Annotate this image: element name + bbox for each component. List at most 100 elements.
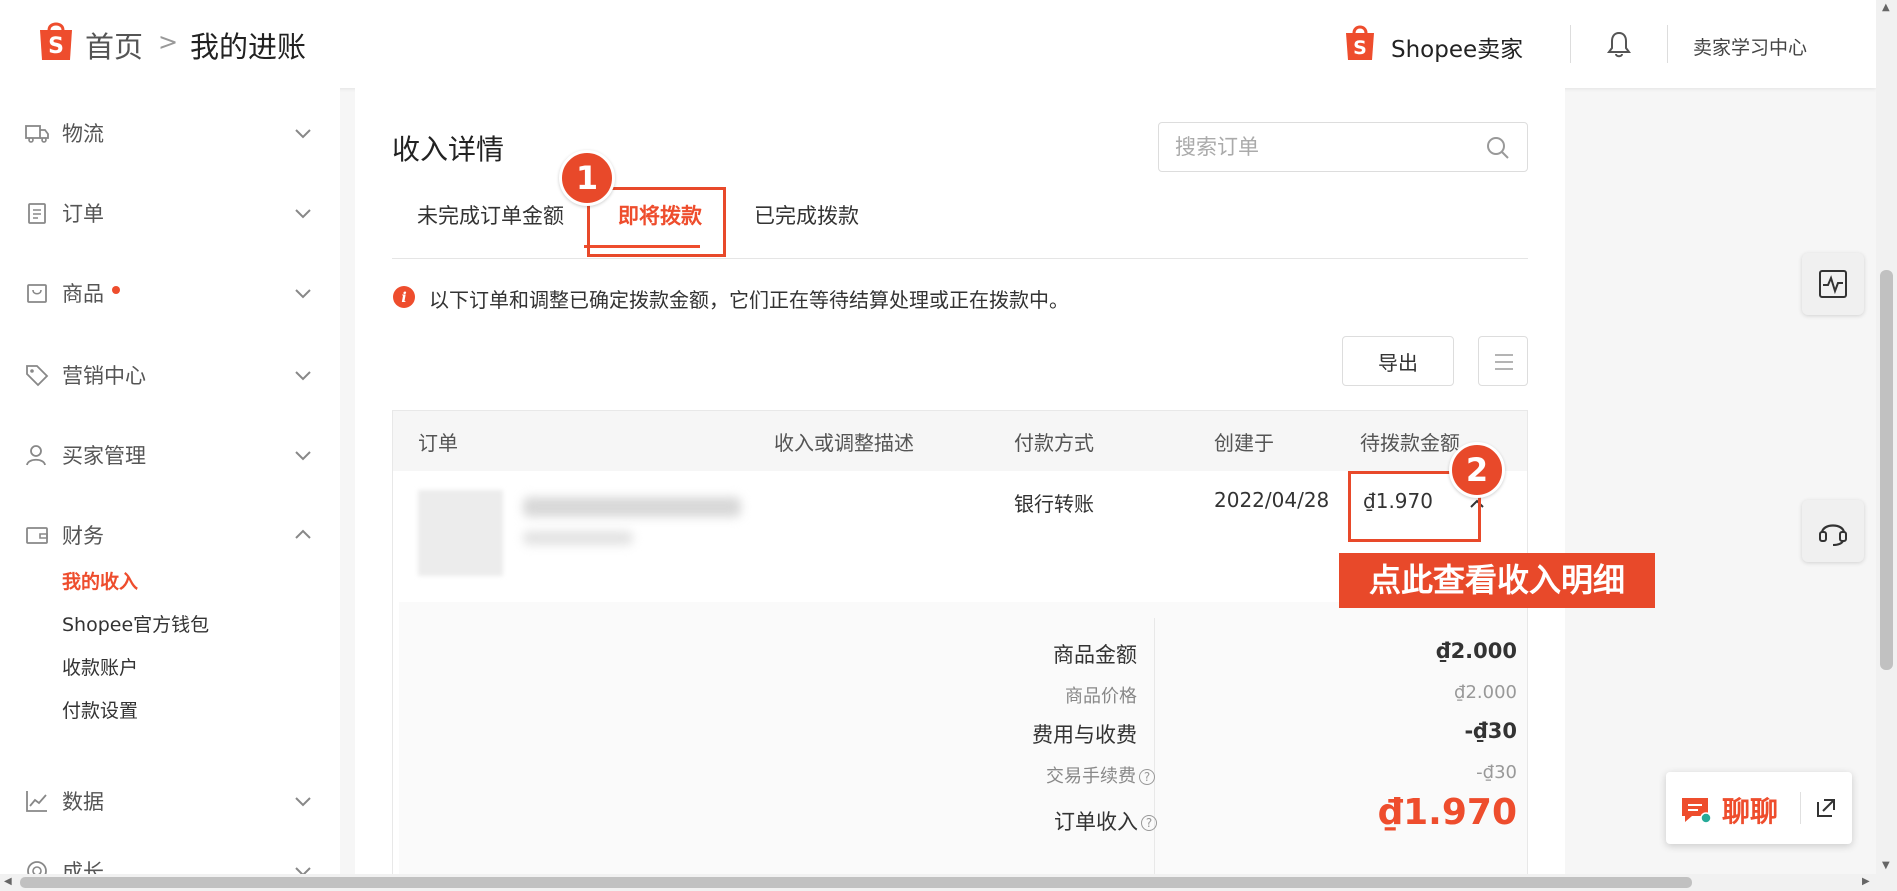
annotation-step-2: 2 bbox=[1449, 442, 1505, 498]
order-meta-blurred bbox=[523, 531, 633, 545]
chevron-up-icon bbox=[295, 529, 311, 539]
created-date-value: 2022/04/28 bbox=[1214, 488, 1330, 512]
sidebar-sub-my-income[interactable]: 我的收入 bbox=[62, 567, 138, 594]
breakdown-value-transaction-fee: -₫30 bbox=[1476, 762, 1517, 783]
tag-icon bbox=[26, 365, 49, 387]
sidebar-item-label: 成长 bbox=[62, 860, 104, 874]
sidebar-item-logistics[interactable]: 物流 bbox=[0, 108, 340, 158]
chevron-down-icon bbox=[295, 867, 311, 874]
chat-widget[interactable]: 聊聊 bbox=[1666, 772, 1852, 844]
help-icon[interactable]: ? bbox=[1139, 769, 1155, 785]
learning-center-link[interactable]: 卖家学习中心 bbox=[1693, 33, 1807, 60]
sidebar-item-orders[interactable]: 订单 bbox=[0, 188, 340, 238]
sidebar-item-growth[interactable]: 成长 bbox=[0, 846, 340, 874]
chevron-down-icon bbox=[295, 209, 311, 219]
pulse-icon bbox=[1819, 270, 1847, 298]
chevron-down-icon bbox=[295, 371, 311, 381]
sidebar-sub-payment-settings[interactable]: 付款设置 bbox=[62, 696, 138, 723]
shopee-logo-icon[interactable]: S bbox=[36, 18, 76, 62]
transaction-fee-text: 交易手续费 bbox=[1046, 766, 1136, 787]
svg-text:i: i bbox=[401, 290, 406, 306]
search-input[interactable] bbox=[1175, 133, 1475, 161]
minimize-icon[interactable] bbox=[1814, 796, 1838, 820]
chevron-down-icon bbox=[295, 289, 311, 299]
income-breakdown: 商品金额 ₫2.000 商品价格 ₫2.000 费用与收费 -₫30 交易手续费… bbox=[399, 602, 1527, 874]
clipboard-icon bbox=[28, 203, 46, 224]
support-button[interactable] bbox=[1802, 500, 1864, 562]
breakdown-value-order-income: ₫1.970 bbox=[1378, 792, 1517, 833]
header-divider bbox=[1667, 25, 1668, 63]
sidebar-item-marketing[interactable]: 营销中心 bbox=[0, 350, 340, 400]
chat-divider bbox=[1800, 792, 1801, 824]
scroll-left-arrow-icon[interactable]: ◀ bbox=[4, 876, 12, 887]
column-header-pending-amount: 待拨款金额 bbox=[1360, 431, 1460, 455]
order-id-blurred bbox=[523, 497, 741, 517]
tab-completed-payout[interactable]: 已完成拨款 bbox=[754, 200, 859, 230]
payout-table: 订单 收入或调整描述 付款方式 创建于 待拨款金额 银行转账 2022/04/2… bbox=[392, 410, 1528, 874]
breakdown-label-order-income: 订单收入? bbox=[1054, 806, 1157, 836]
sidebar-sub-wallet[interactable]: Shopee官方钱包 bbox=[62, 610, 209, 637]
export-button[interactable]: 导出 bbox=[1342, 336, 1454, 386]
sidebar-item-label: 订单 bbox=[62, 202, 104, 226]
breakdown-label-price: 商品价格 bbox=[1065, 686, 1137, 707]
chevron-down-icon bbox=[295, 129, 311, 139]
search-box[interactable] bbox=[1158, 122, 1528, 172]
sidebar-item-data[interactable]: 数据 bbox=[0, 776, 340, 826]
headset-icon bbox=[1819, 524, 1847, 546]
notification-dot bbox=[112, 286, 120, 294]
help-icon[interactable]: ? bbox=[1141, 815, 1157, 831]
product-thumbnail bbox=[418, 490, 503, 576]
tabs-divider bbox=[392, 258, 1528, 259]
income-detail-panel: 收入详情 未完成订单金额 即将拨款 已完成拨款 1 i 以下订单和调整已确定拨款… bbox=[355, 88, 1565, 874]
order-income-text: 订单收入 bbox=[1054, 810, 1138, 834]
scroll-down-arrow-icon[interactable]: ▼ bbox=[1882, 860, 1890, 871]
page-title: 收入详情 bbox=[392, 133, 505, 166]
notice-text: 以下订单和调整已确定拨款金额，它们正在等待结算处理或正在拨款中。 bbox=[429, 288, 1069, 312]
bag-icon bbox=[27, 284, 47, 303]
chart-line-icon bbox=[26, 791, 47, 812]
scroll-up-arrow-icon[interactable]: ▲ bbox=[1882, 2, 1890, 13]
breakdown-label-merchandise: 商品金额 bbox=[1053, 643, 1137, 667]
breakdown-label-transaction-fee: 交易手续费? bbox=[1046, 762, 1155, 788]
vertical-scroll-thumb[interactable] bbox=[1880, 270, 1893, 670]
sidebar-item-label: 财务 bbox=[62, 524, 104, 548]
svg-text:S: S bbox=[48, 34, 64, 59]
header-divider bbox=[1570, 25, 1571, 63]
chevron-down-icon bbox=[295, 797, 311, 807]
sidebar-item-buyers[interactable]: 买家管理 bbox=[0, 430, 340, 480]
column-header-description: 收入或调整描述 bbox=[774, 431, 914, 455]
chat-icon bbox=[1682, 798, 1712, 824]
breadcrumb-separator: > bbox=[158, 28, 179, 56]
sidebar-item-products[interactable]: 商品 bbox=[0, 268, 340, 318]
tab-unfinished-orders[interactable]: 未完成订单金额 bbox=[417, 200, 564, 230]
breadcrumb-home[interactable]: 首页 bbox=[85, 24, 143, 66]
sidebar-item-finance[interactable]: 财务 bbox=[0, 510, 340, 560]
growth-icon bbox=[27, 861, 47, 874]
table-header: 订单 收入或调整描述 付款方式 创建于 待拨款金额 bbox=[393, 411, 1527, 471]
shopee-seller-logo-icon[interactable]: S bbox=[1343, 22, 1377, 62]
column-header-payment-method: 付款方式 bbox=[1014, 431, 1094, 455]
sidebar-sub-bank-account[interactable]: 收款账户 bbox=[62, 653, 138, 680]
column-header-order: 订单 bbox=[418, 431, 458, 455]
scroll-right-arrow-icon[interactable]: ▶ bbox=[1862, 876, 1870, 887]
info-icon: i bbox=[393, 286, 415, 308]
breadcrumb-current: 我的进账 bbox=[190, 30, 307, 64]
sidebar: 物流 订单 商品 营销中心 买家管理 财务 我的收入 Shopee官方钱包 收款… bbox=[0, 88, 340, 874]
top-header: S 首页 > 我的进账 S Shopee卖家 卖家学习中心 bbox=[0, 0, 1876, 88]
bell-icon[interactable] bbox=[1606, 30, 1632, 58]
sidebar-item-label: 营销中心 bbox=[62, 364, 146, 388]
user-icon bbox=[26, 445, 46, 466]
chat-label: 聊聊 bbox=[1722, 795, 1779, 828]
wallet-icon bbox=[26, 527, 48, 544]
svg-text:S: S bbox=[1353, 37, 1367, 59]
seller-brand-label[interactable]: Shopee卖家 bbox=[1391, 30, 1523, 64]
breakdown-value-fees: -₫30 bbox=[1464, 719, 1517, 743]
sidebar-item-label: 买家管理 bbox=[62, 444, 146, 468]
column-menu-button[interactable] bbox=[1478, 336, 1528, 386]
search-icon[interactable] bbox=[1485, 135, 1511, 161]
breakdown-value-merchandise: ₫2.000 bbox=[1435, 639, 1517, 663]
activity-button[interactable] bbox=[1802, 253, 1864, 315]
chevron-down-icon bbox=[295, 451, 311, 461]
horizontal-scroll-thumb[interactable] bbox=[20, 877, 1692, 888]
sidebar-item-label: 数据 bbox=[62, 790, 104, 814]
